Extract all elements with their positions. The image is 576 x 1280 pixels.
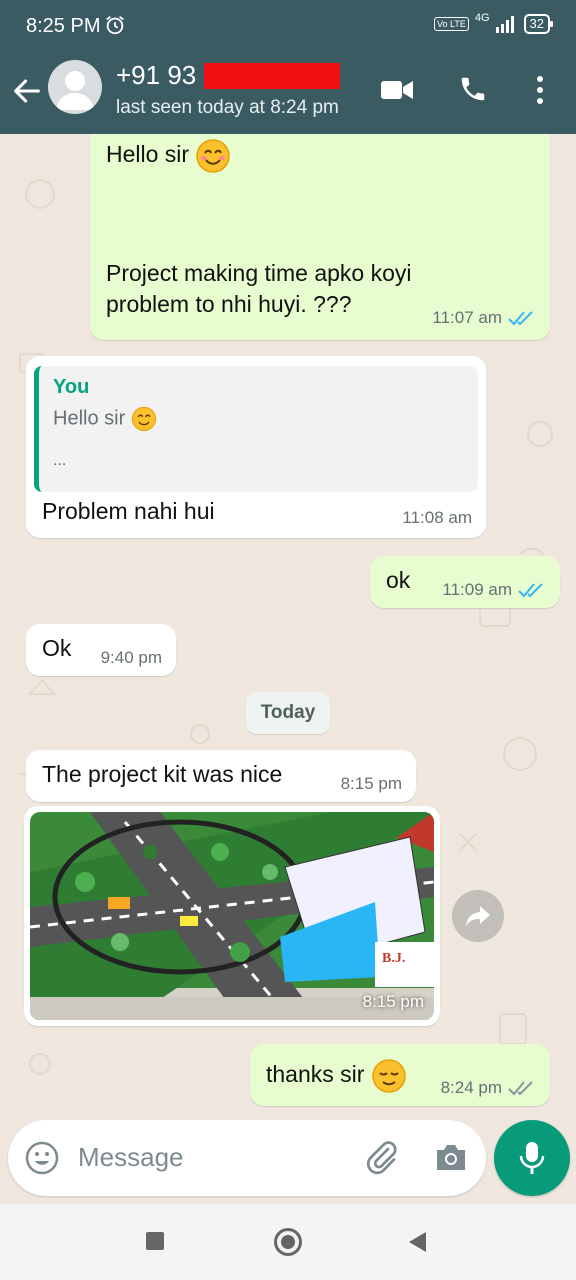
forward-button[interactable] <box>452 890 504 942</box>
recents-button[interactable] <box>146 1232 164 1250</box>
message-text: ok <box>386 567 411 593</box>
double-check-read-icon <box>508 311 533 326</box>
home-button[interactable] <box>274 1228 302 1256</box>
message-text: Project making time apko koyi <box>106 260 412 286</box>
emoji-icon[interactable] <box>24 1140 60 1176</box>
status-indicators: Vo LTE 4G 32 <box>433 12 554 34</box>
message-text: The project kit was nice <box>42 761 283 787</box>
quote-author: You <box>53 376 90 398</box>
quote-text: Hello sir <box>53 407 126 430</box>
message-text: problem to nhi huyi. ??? <box>106 291 352 317</box>
message-meta: 11:07 am <box>432 308 536 328</box>
message-input[interactable]: Message <box>78 1142 184 1173</box>
photo-thumbnail[interactable]: B.J. 8:15 pm <box>30 812 434 1020</box>
system-navigation-bar <box>0 1204 576 1280</box>
incoming-photo-message[interactable]: B.J. 8:15 pm <box>24 806 440 1026</box>
outgoing-message[interactable]: Hello sir Project making time apko koyi … <box>90 134 550 340</box>
redaction-mark <box>204 63 340 89</box>
chat-area[interactable]: Hello sir Project making time apko koyi … <box>0 134 576 1114</box>
message-text: Hello sir <box>106 141 190 168</box>
outgoing-message[interactable]: thanks sir 8:24 pm <box>250 1044 550 1106</box>
status-time: 8:25 PM <box>26 15 101 37</box>
volte-icon: Vo LTE <box>433 17 469 31</box>
chat-header: +91 93 last seen today at 8:24 pm <box>0 52 576 134</box>
incoming-message[interactable]: The project kit was nice 8:15 pm <box>26 750 416 802</box>
message-time: 11:09 am <box>442 580 512 599</box>
message-time: 8:15 pm <box>340 774 402 793</box>
avatar[interactable] <box>48 60 102 114</box>
message-meta: 8:15 pm <box>341 774 402 794</box>
message-meta: 11:09 am <box>442 580 546 600</box>
back-arrow-icon[interactable] <box>10 74 44 108</box>
voice-message-button[interactable] <box>494 1120 570 1196</box>
message-meta: 9:40 pm <box>101 648 162 668</box>
message-composer[interactable]: Message <box>8 1120 486 1196</box>
signal-icon <box>495 16 514 33</box>
date-separator: Today <box>246 692 330 734</box>
more-options-icon[interactable] <box>530 74 550 106</box>
microphone-icon <box>519 1142 545 1174</box>
battery-icon: 32 <box>523 14 554 34</box>
smiling-face-emoji-icon <box>196 139 231 173</box>
project-kit-photo: B.J. <box>30 812 434 1020</box>
outgoing-message[interactable]: ok 11:09 am <box>370 556 560 608</box>
alarm-icon <box>106 16 124 35</box>
smiling-face-emoji-icon <box>131 406 156 432</box>
network-type: 4G <box>474 12 490 24</box>
message-text: Ok <box>42 635 72 661</box>
message-time: 8:24 pm <box>440 1078 502 1097</box>
double-check-delivered-icon <box>508 1081 533 1096</box>
svg-text:B.J.: B.J. <box>382 951 405 966</box>
double-check-read-icon <box>518 583 543 598</box>
message-text: Problem nahi hui <box>42 498 215 524</box>
voice-call-icon[interactable] <box>458 74 488 104</box>
message-time: 11:07 am <box>432 308 502 327</box>
attachment-icon[interactable] <box>364 1140 400 1176</box>
back-button[interactable] <box>406 1230 428 1254</box>
photo-time: 8:15 pm <box>362 992 424 1011</box>
default-avatar-icon <box>56 71 94 110</box>
message-text: thanks sir <box>266 1061 365 1088</box>
message-time: 9:40 pm <box>100 648 162 667</box>
message-meta: 11:08 am <box>402 508 472 528</box>
relieved-face-emoji-icon <box>372 1059 406 1093</box>
forward-arrow-icon <box>466 906 490 926</box>
message-time: 11:08 am <box>402 508 472 527</box>
last-seen-status: last seen today at 8:24 pm <box>116 97 339 118</box>
incoming-message[interactable]: You Hello sir ... Problem nahi hui 11:08… <box>26 356 486 538</box>
message-meta: 8:24 pm <box>441 1078 536 1098</box>
quoted-message[interactable]: You Hello sir ... <box>34 366 478 492</box>
camera-icon[interactable] <box>434 1142 468 1172</box>
status-bar: 8:25 PM Vo LTE 4G 32 <box>0 0 576 52</box>
video-call-icon[interactable] <box>380 78 414 102</box>
contact-name[interactable]: +91 93 <box>116 60 196 91</box>
incoming-message[interactable]: Ok 9:40 pm <box>26 624 176 676</box>
quote-ellipsis: ... <box>53 452 67 469</box>
